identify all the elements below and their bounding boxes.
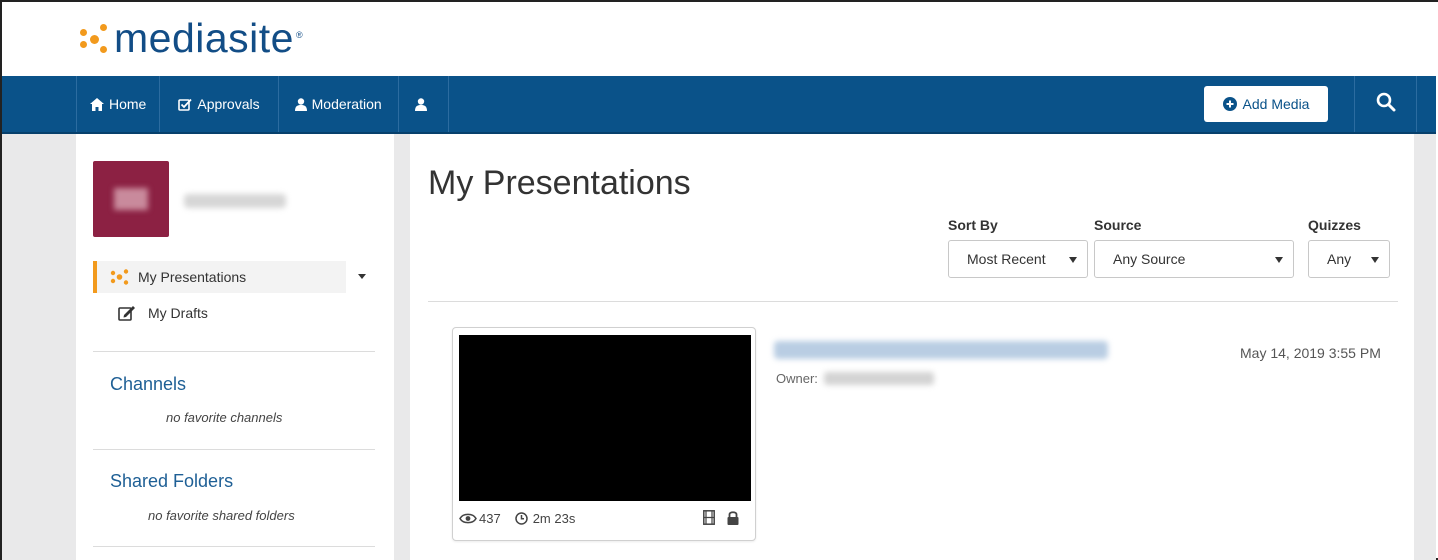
- edit-icon: [118, 304, 136, 321]
- nav-approvals-label: Approvals: [197, 96, 260, 112]
- check-square-icon: [178, 98, 193, 111]
- sidebar-divider: [93, 546, 375, 547]
- eye-icon: [459, 513, 477, 524]
- main-content: My Presentations Sort By Most Recent Sou…: [410, 134, 1414, 560]
- quizzes-label: Quizzes: [1308, 217, 1361, 233]
- user-icon: [414, 97, 427, 111]
- source-label: Source: [1094, 217, 1142, 233]
- shared-folders-empty-text: no favorite shared folders: [148, 508, 295, 523]
- nav-moderation-label: Moderation: [311, 96, 382, 112]
- presentation-thumbnail[interactable]: [459, 335, 751, 501]
- chevron-down-icon: [1275, 257, 1283, 263]
- mediasite-logo[interactable]: mediasite ®: [76, 18, 303, 59]
- avatar-image: [114, 188, 148, 210]
- sort-by-label: Sort By: [948, 217, 998, 233]
- nav-items: Home Approvals Moderation: [76, 76, 449, 132]
- mediasite-dots-icon: [110, 269, 130, 285]
- logo-text: mediasite: [114, 15, 294, 61]
- quizzes-value: Any: [1327, 251, 1352, 267]
- sort-by-select[interactable]: Most Recent: [948, 240, 1088, 278]
- nav-separator: [1416, 76, 1417, 132]
- registered-mark: ®: [295, 30, 303, 40]
- sidebar-item-label: My Presentations: [138, 269, 247, 285]
- sidebar-item-my-presentations[interactable]: My Presentations: [93, 261, 346, 293]
- top-navbar: Home Approvals Moderation Add Media: [2, 76, 1436, 134]
- search-button[interactable]: [1372, 90, 1400, 118]
- home-icon: [90, 97, 104, 111]
- source-value: Any Source: [1113, 251, 1186, 267]
- nav-approvals[interactable]: Approvals: [159, 76, 277, 132]
- nav-home-label: Home: [109, 96, 147, 112]
- search-icon: [1376, 92, 1396, 117]
- presentation-card[interactable]: 437 2m 23s: [452, 327, 756, 541]
- quizzes-select[interactable]: Any: [1308, 240, 1390, 278]
- presentation-stats: 437 2m 23s: [459, 511, 575, 526]
- sort-by-value: Most Recent: [967, 251, 1046, 267]
- chevron-down-icon: [1069, 257, 1077, 263]
- nav-moderation[interactable]: Moderation: [277, 76, 398, 132]
- add-media-label: Add Media: [1242, 96, 1310, 112]
- mediasite-dots-icon: [76, 19, 114, 59]
- channels-title[interactable]: Channels: [110, 374, 186, 395]
- duration: 2m 23s: [532, 511, 576, 526]
- channels-empty-text: no favorite channels: [166, 410, 283, 425]
- lock-icon: [727, 510, 739, 525]
- presentation-card-icons: [703, 510, 739, 525]
- filter-divider: [428, 301, 1398, 302]
- presentation-date: May 14, 2019 3:55 PM: [1240, 345, 1381, 361]
- source-select[interactable]: Any Source: [1094, 240, 1294, 278]
- plus-circle-icon: [1222, 97, 1237, 111]
- sidebar-divider: [93, 351, 375, 352]
- chevron-down-icon[interactable]: [358, 274, 366, 279]
- page-title: My Presentations: [428, 164, 691, 202]
- sidebar-divider: [93, 449, 375, 450]
- presentation-title-redacted[interactable]: [774, 341, 1108, 359]
- owner-name-redacted: [824, 372, 934, 385]
- sidebar: My Presentations My Drafts Channels no f…: [76, 134, 394, 560]
- user-name-redacted: [184, 194, 286, 208]
- film-icon: [703, 510, 715, 525]
- logo-bar: mediasite ®: [2, 2, 1436, 76]
- nav-separator: [1354, 76, 1355, 132]
- avatar[interactable]: [93, 161, 169, 237]
- nav-profile[interactable]: [397, 76, 449, 132]
- add-media-button[interactable]: Add Media: [1204, 86, 1328, 122]
- shared-folders-title[interactable]: Shared Folders: [110, 471, 233, 492]
- chevron-down-icon: [1371, 257, 1379, 263]
- owner-label: Owner:: [776, 371, 818, 386]
- nav-home[interactable]: Home: [76, 76, 159, 132]
- user-icon: [294, 97, 307, 111]
- sidebar-item-label: My Drafts: [148, 304, 208, 321]
- clock-icon: [514, 512, 528, 525]
- sidebar-item-my-drafts[interactable]: My Drafts: [118, 304, 208, 321]
- view-count: 437: [479, 511, 501, 526]
